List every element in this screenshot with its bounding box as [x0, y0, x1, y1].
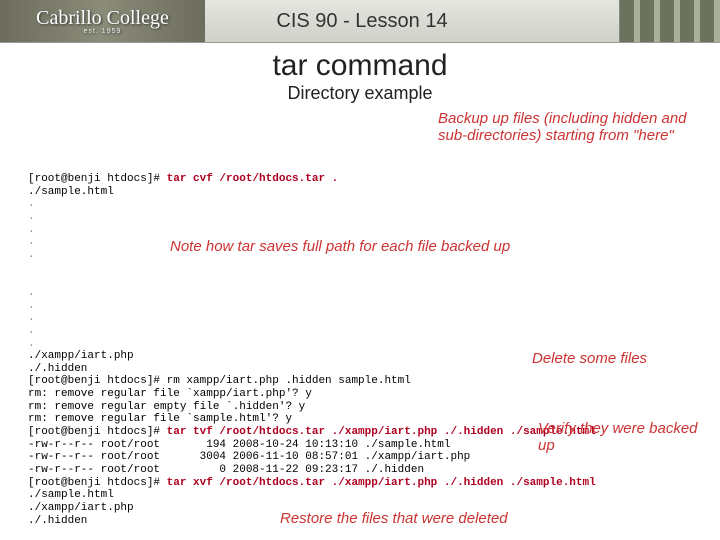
- out-line: rm: remove regular file `xampp/iart.php'…: [28, 388, 312, 400]
- logo: Cabrillo College est. 1959: [0, 0, 205, 42]
- cmd-xvf: tar xvf /root/htdocs.tar ./xampp/iart.ph…: [167, 477, 596, 489]
- out-line: -rw-r--r-- root/root 3004 2006-11-10 08:…: [28, 451, 470, 463]
- out-line: rm: remove regular file `sample.html'? y: [28, 413, 292, 425]
- out-line: -rw-r--r-- root/root 0 2008-11-22 09:23:…: [28, 464, 424, 476]
- prompt: [root@benji htdocs]#: [28, 477, 167, 489]
- out-line: ./xampp/iart.php: [28, 350, 134, 362]
- logo-text: Cabrillo College: [36, 7, 169, 29]
- annotation-verify: Verify they were backed up: [538, 420, 698, 455]
- lesson-title: CIS 90 - Lesson 14: [205, 10, 619, 33]
- snip: . . . . .: [28, 287, 35, 350]
- cmd-rm: rm xampp/iart.php .hidden sample.html: [167, 375, 411, 387]
- header-photo: [619, 0, 720, 42]
- prompt: [root@benji htdocs]#: [28, 173, 167, 185]
- terminal-block: Backup up files (including hidden and su…: [0, 110, 720, 527]
- cmd-cvf: tar cvf /root/htdocs.tar .: [167, 173, 339, 185]
- annotation-fullpath: Note how tar saves full path for each fi…: [170, 238, 630, 255]
- annotation-backup: Backup up files (including hidden and su…: [438, 110, 698, 145]
- annotation-delete: Delete some files: [532, 350, 692, 367]
- annotation-restore: Restore the files that were deleted: [280, 510, 640, 527]
- out-line: rm: remove regular empty file `.hidden'?…: [28, 401, 305, 413]
- slide-header: Cabrillo College est. 1959 CIS 90 - Less…: [0, 0, 720, 43]
- prompt: [root@benji htdocs]#: [28, 375, 167, 387]
- prompt: [root@benji htdocs]#: [28, 426, 167, 438]
- out-line: ./sample.html: [28, 489, 114, 501]
- out-line: ./.hidden: [28, 363, 87, 375]
- snip: . . . . .: [28, 198, 35, 261]
- out-line: ./xampp/iart.php: [28, 502, 134, 514]
- out-line: ./sample.html: [28, 186, 114, 198]
- cmd-tvf: tar tvf /root/htdocs.tar ./xampp/iart.ph…: [167, 426, 596, 438]
- page-subtitle: Directory example: [0, 83, 720, 104]
- page-title: tar command: [0, 49, 720, 83]
- out-line: ./.hidden: [28, 515, 87, 527]
- out-line: -rw-r--r-- root/root 194 2008-10-24 10:1…: [28, 439, 450, 451]
